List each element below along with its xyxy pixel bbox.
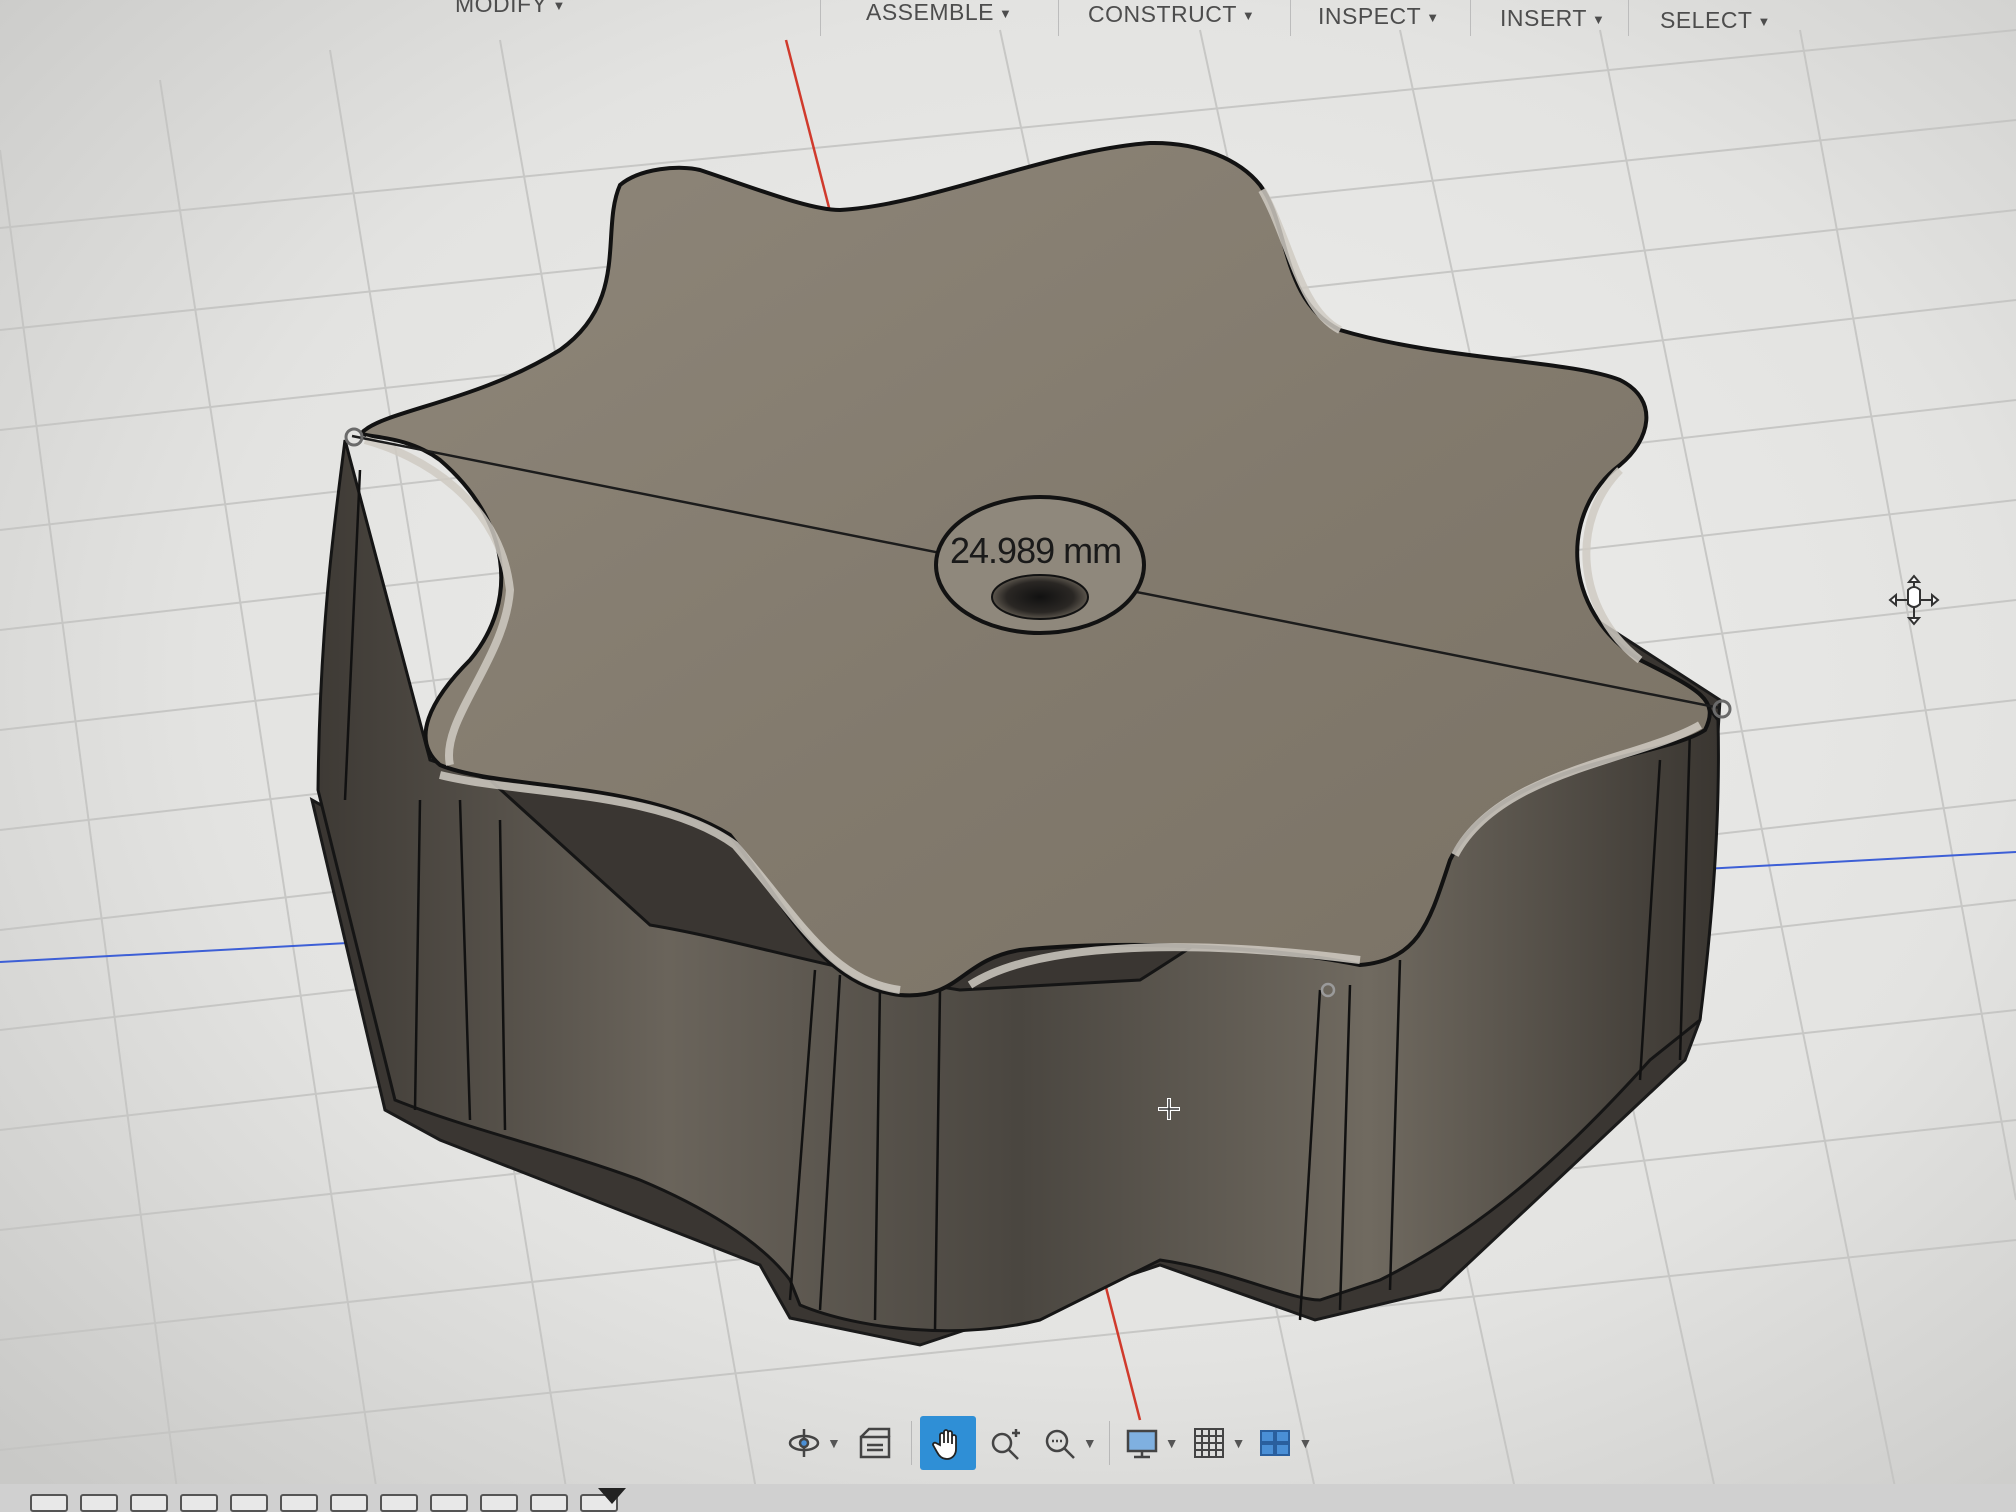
menu-modify-label: MODIFY [455,0,548,17]
menu-select[interactable]: SELECT ▼ [1660,0,1771,40]
design-viewport[interactable] [0,0,2016,1512]
menu-construct[interactable]: CONSTRUCT ▼ [1088,0,1255,34]
viewports-icon [1260,1430,1291,1456]
timeline-feature[interactable] [30,1494,68,1512]
orbit-icon [788,1429,820,1457]
chevron-down-icon[interactable]: ▼ [1165,1435,1179,1451]
menu-assemble[interactable]: ASSEMBLE ▼ [866,0,1012,32]
dimension-label[interactable]: 24.989 mm [950,530,1122,572]
chevron-down-icon: ▼ [1757,13,1771,29]
design-timeline [0,1484,2016,1512]
menu-inspect[interactable]: INSPECT ▼ [1318,0,1440,36]
chevron-down-icon[interactable]: ▼ [827,1435,841,1451]
orbit-cursor-icon [1888,574,1940,626]
display-settings-icon [1126,1429,1157,1459]
toolbar-divider [1108,1421,1110,1465]
timeline-feature[interactable] [530,1494,568,1512]
menu-assemble-label: ASSEMBLE [866,0,994,25]
center-hole [991,574,1089,620]
chevron-down-icon: ▼ [1426,9,1440,25]
menu-select-label: SELECT [1660,7,1753,33]
chevron-down-icon: ▼ [999,5,1013,21]
command-menubar: MODIFY ▼ ASSEMBLE ▼ CONSTRUCT ▼ INSPECT ▼ IN… [0,0,2016,42]
chevron-down-icon[interactable]: ▼ [1083,1435,1097,1451]
timeline-feature[interactable] [380,1494,418,1512]
timeline-feature[interactable] [130,1494,168,1512]
display-settings-button[interactable]: ▼ [1118,1416,1183,1470]
chevron-down-icon: ▼ [552,0,566,13]
menu-inspect-label: INSPECT [1318,3,1422,29]
menu-divider [1058,0,1059,36]
zoom-icon [991,1429,1020,1460]
menu-modify[interactable]: MODIFY ▼ [455,0,566,24]
crosshair-cursor-icon [1158,1098,1180,1120]
fit-window-icon [1045,1429,1075,1459]
viewports-button[interactable]: ▼ [1251,1416,1316,1470]
timeline-feature[interactable] [280,1494,318,1512]
timeline-feature[interactable] [430,1494,468,1512]
timeline-marker[interactable] [598,1488,626,1504]
chevron-down-icon[interactable]: ▼ [1298,1435,1312,1451]
grid-settings-button[interactable]: ▼ [1185,1416,1250,1470]
zoom-button[interactable] [978,1416,1034,1470]
menu-divider [1628,0,1629,36]
navigation-toolbar: ▼ ▼ ▼ ▼ ▼ [780,1412,1320,1474]
menu-insert[interactable]: INSERT ▼ [1500,0,1605,38]
chevron-down-icon[interactable]: ▼ [1232,1435,1246,1451]
fit-button[interactable]: ▼ [1036,1416,1101,1470]
grid-icon [1193,1428,1224,1458]
pan-button[interactable] [919,1416,976,1470]
timeline-feature[interactable] [480,1494,518,1512]
timeline-feature[interactable] [180,1494,218,1512]
timeline-feature[interactable] [230,1494,268,1512]
look-at-button[interactable] [847,1416,903,1470]
chevron-down-icon: ▼ [1591,11,1606,27]
menu-divider [820,0,821,36]
menu-divider [1470,0,1471,36]
timeline-feature[interactable] [80,1494,118,1512]
menu-insert-label: INSERT [1500,5,1587,31]
chevron-down-icon: ▼ [1241,7,1256,23]
toolbar-divider [910,1421,912,1465]
timeline-feature[interactable] [330,1494,368,1512]
look-at-icon [859,1427,891,1459]
orbit-button[interactable]: ▼ [780,1416,845,1470]
pan-hand-icon [931,1429,957,1460]
menu-divider [1290,0,1291,36]
menu-construct-label: CONSTRUCT [1088,1,1237,27]
